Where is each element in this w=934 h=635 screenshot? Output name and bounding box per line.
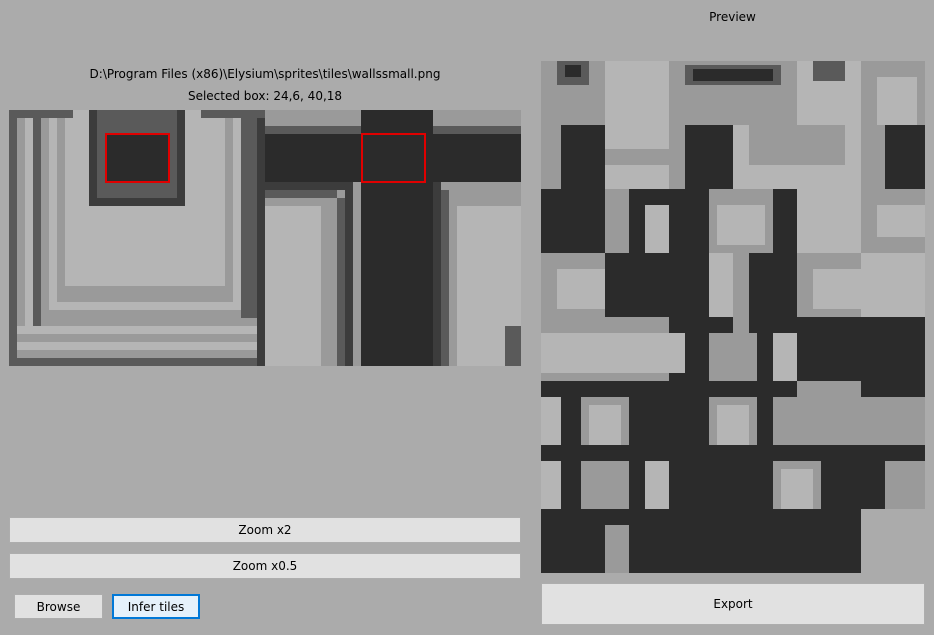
preview-tile [877, 205, 925, 237]
preview-title: Preview [709, 10, 756, 24]
tile-frame-step [17, 342, 267, 350]
tile-cross-panel [265, 206, 321, 366]
browse-button[interactable]: Browse [14, 594, 103, 619]
tile-cross-vertical [361, 110, 433, 366]
preview-tile [589, 405, 621, 445]
preview-tile [669, 125, 685, 189]
tile-frame-step [17, 326, 267, 334]
export-button[interactable]: Export [541, 583, 925, 625]
tile-frame-band [41, 118, 49, 318]
tile-frame-step [65, 286, 225, 294]
file-path-label: D:\Program Files (x86)\Elysium\sprites\t… [89, 67, 441, 81]
preview-image [541, 61, 925, 573]
preview-tile [645, 461, 669, 509]
preview-tile [749, 125, 845, 165]
tileset-image [9, 110, 521, 366]
preview-tile [645, 205, 669, 253]
tile-cross-edge [337, 198, 345, 366]
tile-cross-edge [265, 182, 345, 190]
preview-tile [773, 333, 797, 381]
preview-tile [541, 125, 561, 189]
preview-tile [717, 405, 749, 445]
tile-cross-edge [345, 182, 353, 366]
preview-tile [693, 69, 773, 81]
preview-tile [861, 397, 925, 445]
preview-tile [773, 397, 797, 445]
tile-frame-band [25, 118, 33, 334]
tile-window-inner [105, 134, 169, 182]
preview-tile [565, 65, 581, 77]
preview-tile [861, 125, 885, 189]
tile-frame-right [241, 118, 257, 318]
preview-tile [813, 61, 845, 81]
tile-cross-corner [505, 326, 521, 366]
tile-cross-edge [265, 190, 337, 198]
preview-tile [797, 381, 861, 445]
preview-tile [605, 149, 669, 165]
preview-tile [581, 461, 629, 509]
tile-cross-edge [265, 198, 329, 206]
preview-tile [717, 205, 765, 245]
selected-box-label: Selected box: 24,6, 40,18 [187, 89, 343, 103]
preview-tile [861, 253, 925, 317]
preview-canvas [541, 61, 925, 573]
tile-cross-edge [441, 190, 449, 366]
infer-tiles-button[interactable]: Infer tiles [112, 594, 200, 619]
preview-tile [541, 461, 561, 509]
preview-tile [557, 269, 605, 309]
preview-tile [605, 525, 629, 573]
preview-tile [797, 189, 861, 253]
tile-frame-right [257, 118, 265, 366]
preview-tile [781, 469, 813, 509]
zoom-x0.5-button[interactable]: Zoom x0.5 [9, 553, 521, 579]
preview-tile [885, 461, 925, 509]
preview-tile [541, 397, 561, 445]
tile-frame-band [33, 118, 41, 326]
preview-tile [813, 269, 861, 309]
preview-tile [861, 317, 925, 381]
preview-tile [605, 61, 669, 125]
preview-tile [877, 77, 917, 125]
preview-tile [541, 333, 685, 373]
zoom-x2-button[interactable]: Zoom x2 [9, 517, 521, 543]
tile-cross-edge [433, 182, 441, 366]
preview-tile [709, 333, 757, 381]
preview-tile [605, 189, 629, 253]
tileset-image-view[interactable] [9, 110, 521, 366]
